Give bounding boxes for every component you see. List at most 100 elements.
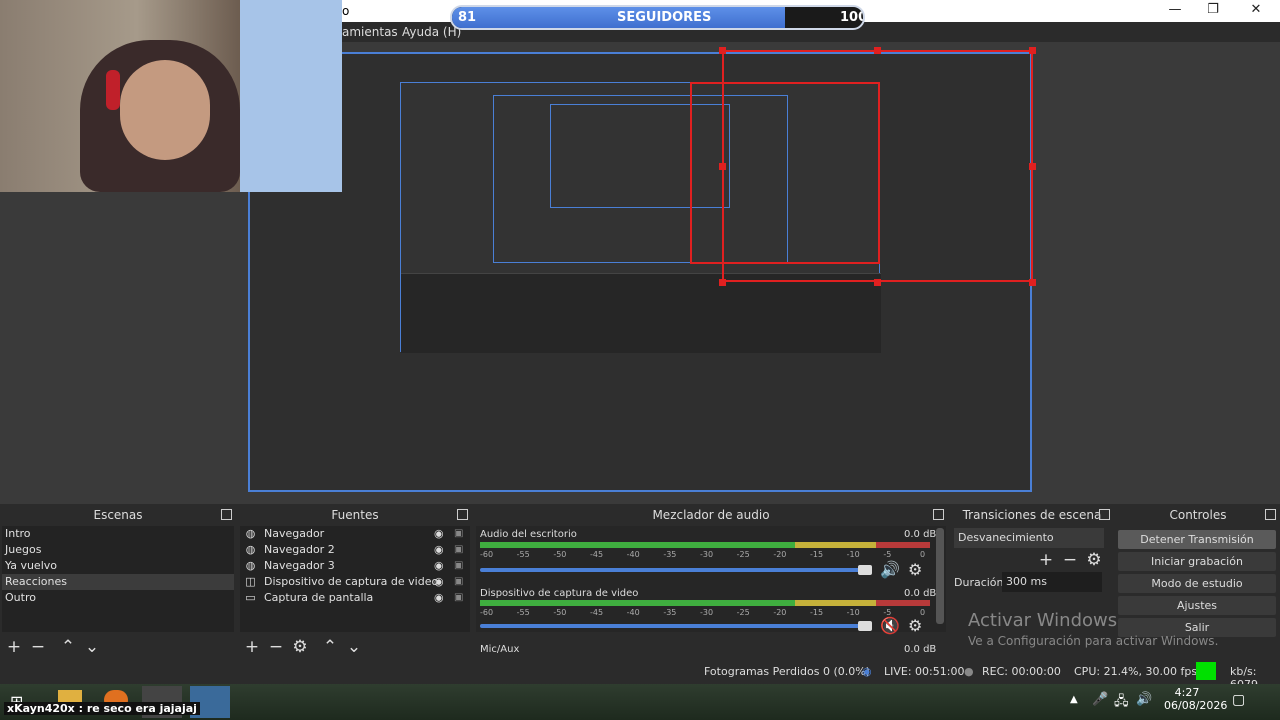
channel-name: Mic/Aux — [480, 644, 520, 655]
eye-icon[interactable]: ◉ — [434, 590, 448, 606]
remove-icon[interactable]: − — [266, 637, 286, 657]
float-icon[interactable] — [221, 509, 232, 520]
eye-icon[interactable]: ◉ — [434, 574, 448, 590]
volume-icon[interactable]: 🔊 — [1136, 692, 1152, 707]
notifications-icon[interactable]: ▢ — [1232, 692, 1245, 708]
volume-slider[interactable] — [480, 624, 870, 628]
meter-tick-label: -55 — [516, 608, 530, 617]
resize-handle[interactable] — [719, 279, 726, 286]
float-icon[interactable] — [457, 509, 468, 520]
followers-label: SEGUIDORES — [617, 10, 712, 25]
move-up-icon[interactable]: ⌃ — [58, 637, 78, 657]
clock-time: 4:27 — [1174, 686, 1200, 699]
resize-handle[interactable] — [1029, 279, 1036, 286]
meter-tick-label: -35 — [663, 550, 677, 559]
gear-icon[interactable]: ⚙ — [908, 560, 922, 579]
remove-icon[interactable]: − — [1060, 550, 1080, 570]
meter-tick-label: -10 — [846, 608, 860, 617]
float-icon[interactable] — [1265, 509, 1276, 520]
channel-name: Audio del escritorio — [480, 529, 577, 540]
chat-overlay: xKayn420x : re seco era jajajaj — [4, 702, 200, 715]
transitions-title: Transiciones de escena — [950, 504, 1114, 526]
resize-handle[interactable] — [874, 47, 881, 54]
network-icon[interactable]: 🖧 — [1114, 692, 1129, 714]
duration-input[interactable]: 300 ms — [1002, 572, 1102, 592]
eye-icon[interactable]: ◉ — [434, 526, 448, 542]
settings-button[interactable]: Ajustes — [1118, 596, 1276, 615]
volume-slider[interactable] — [480, 568, 870, 572]
clock[interactable]: 4:27 06/08/2026 — [1164, 686, 1228, 712]
meter-tick-label: -15 — [810, 608, 824, 617]
lock-icon[interactable]: ▣ — [454, 574, 464, 590]
meter-tick-label: -20 — [773, 608, 787, 617]
lock-icon[interactable]: ▣ — [454, 590, 464, 606]
maximize-button[interactable]: ❐ — [1198, 2, 1228, 20]
scene-item[interactable]: Outro — [2, 590, 234, 606]
gear-icon[interactable]: ⚙ — [290, 637, 310, 657]
move-down-icon[interactable]: ⌄ — [82, 637, 102, 657]
move-up-icon[interactable]: ⌃ — [320, 637, 340, 657]
meter-tick-label: -5 — [883, 550, 892, 559]
lock-icon[interactable]: ▣ — [454, 558, 464, 574]
source-item[interactable]: ◍ Navegador 3 ◉ ▣ — [240, 558, 470, 574]
remove-icon[interactable]: − — [28, 637, 48, 657]
resize-handle[interactable] — [719, 163, 726, 170]
studio-mode-button[interactable]: Modo de estudio — [1118, 574, 1276, 593]
meter-tick-label: -45 — [590, 608, 604, 617]
scene-item[interactable]: Juegos — [2, 542, 234, 558]
clock-date: 06/08/2026 — [1164, 699, 1228, 712]
float-icon[interactable] — [1099, 509, 1110, 520]
meter-tick-label: -50 — [553, 608, 567, 617]
minimize-button[interactable]: — — [1160, 2, 1190, 20]
float-icon[interactable] — [933, 509, 944, 520]
gear-icon[interactable]: ⚙ — [908, 616, 922, 635]
tray-chevron-icon[interactable]: ▲ — [1070, 694, 1078, 705]
source-item[interactable]: ◍ Navegador 2 ◉ ▣ — [240, 542, 470, 558]
sources-dock: Fuentes ◍ Navegador ◉ ▣ ◍ Navegador 2 ◉ ▣ ◍ Nav… — [238, 504, 472, 660]
lock-icon[interactable]: ▣ — [454, 526, 464, 542]
source-item[interactable]: ◍ Navegador ◉ ▣ — [240, 526, 470, 542]
followers-goal-bar: 81 SEGUIDORES 100 — [450, 5, 865, 30]
move-down-icon[interactable]: ⌄ — [344, 637, 364, 657]
selection-box-medium[interactable] — [690, 82, 880, 264]
source-item[interactable]: ▭ Captura de pantalla ◉ ▣ — [240, 590, 470, 606]
muted-speaker-icon[interactable]: 🔇 — [880, 616, 900, 635]
meter-tick-label: -20 — [773, 550, 787, 559]
resize-handle[interactable] — [1029, 47, 1036, 54]
scene-item[interactable]: Intro — [2, 526, 234, 542]
meter-tick-label: -60 — [480, 550, 494, 559]
live-icon: ◉ — [862, 665, 872, 678]
speaker-icon[interactable]: 🔊 — [880, 560, 900, 579]
obs-window: o — ❐ ✕ amientas Ayuda (H) 81 SEGUIDORES… — [0, 0, 1280, 720]
scene-item[interactable]: Ya vuelvo — [2, 558, 234, 574]
channel-name: Dispositivo de captura de video — [480, 588, 639, 599]
start-recording-button[interactable]: Iniciar grabación — [1118, 552, 1276, 571]
transition-select[interactable]: Desvanecimiento — [954, 528, 1104, 548]
sources-list: ◍ Navegador ◉ ▣ ◍ Navegador 2 ◉ ▣ ◍ Navegador 3… — [240, 526, 470, 632]
volume-slider-knob[interactable] — [858, 621, 872, 631]
mixer-scrollbar[interactable] — [936, 528, 944, 624]
gear-icon[interactable]: ⚙ — [1084, 550, 1104, 570]
resize-handle[interactable] — [719, 47, 726, 54]
add-icon[interactable]: + — [242, 637, 262, 657]
source-item[interactable]: ◫ Dispositivo de captura de video ◉ ▣ — [240, 574, 470, 590]
lock-icon[interactable]: ▣ — [454, 542, 464, 558]
connection-indicator — [1196, 662, 1216, 680]
globe-icon: ◍ — [245, 559, 256, 572]
eye-icon[interactable]: ◉ — [434, 542, 448, 558]
mic-icon[interactable]: 🎤 — [1092, 692, 1108, 707]
volume-slider-knob[interactable] — [858, 565, 872, 575]
eye-icon[interactable]: ◉ — [434, 558, 448, 574]
stop-streaming-button[interactable]: Detener Transmisión — [1118, 530, 1276, 549]
volume-meter — [480, 600, 930, 606]
menu-tools[interactable]: amientas — [342, 25, 398, 39]
close-button[interactable]: ✕ — [1241, 2, 1271, 20]
scene-item-selected[interactable]: Reacciones — [2, 574, 234, 590]
add-icon[interactable]: + — [1036, 550, 1056, 570]
add-icon[interactable]: + — [4, 637, 24, 657]
mixer-title: Mezclador de audio — [474, 504, 948, 526]
resize-handle[interactable] — [1029, 163, 1036, 170]
resize-handle[interactable] — [874, 279, 881, 286]
channel-db: 0.0 dB — [904, 644, 937, 655]
nested-docks — [401, 273, 881, 353]
